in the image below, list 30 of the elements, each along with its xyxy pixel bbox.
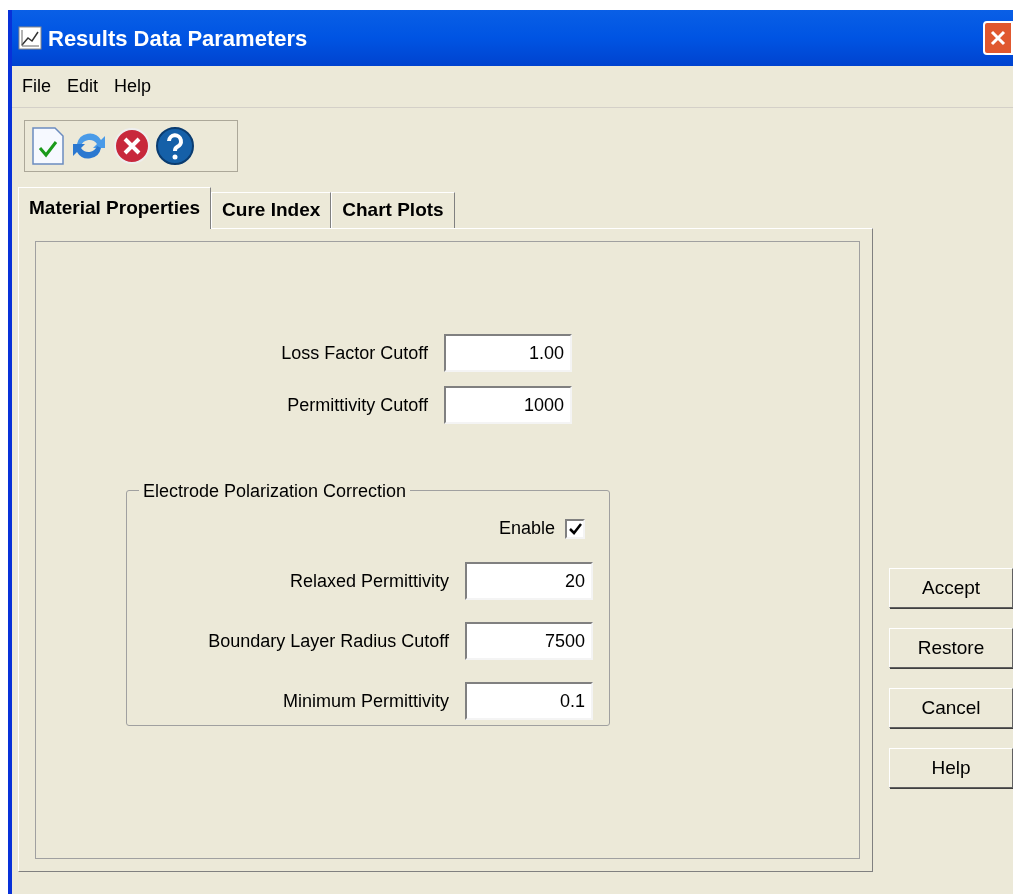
menu-item[interactable]: Help	[114, 73, 152, 100]
window-title: Results Data Parameters	[48, 24, 309, 53]
dialog-button[interactable]: Restore	[889, 628, 1013, 668]
menu-item[interactable]: File	[22, 73, 51, 100]
field-label: Permittivity Cutoff	[286, 393, 428, 417]
help-icon[interactable]	[155, 126, 195, 166]
input-field[interactable]: 0.1	[465, 682, 593, 720]
input-field[interactable]: 20	[465, 562, 593, 600]
input-field[interactable]: 1.00	[444, 334, 572, 372]
close-button[interactable]	[983, 21, 1013, 55]
chart-icon	[18, 26, 42, 50]
tab[interactable]: Cure Index	[211, 192, 332, 228]
document-check-icon[interactable]	[31, 126, 65, 166]
close-icon	[989, 29, 1007, 47]
dialog-button[interactable]: Cancel	[889, 688, 1013, 728]
check-icon	[568, 522, 582, 535]
field-label: Boundary Layer Radius Cutoff	[207, 629, 449, 653]
menu-item[interactable]: Edit	[67, 73, 99, 100]
field-label: Relaxed Permittivity	[288, 569, 449, 593]
input-field[interactable]: 7500	[465, 622, 593, 660]
enable-checkbox[interactable]	[565, 518, 585, 539]
dialog-button[interactable]: Accept	[889, 568, 1013, 608]
error-icon[interactable]	[113, 127, 151, 165]
tab[interactable]: Chart Plots	[331, 192, 455, 228]
dialog-button[interactable]: Help	[889, 748, 1013, 788]
tab[interactable]: Material Properties	[18, 187, 212, 229]
field-label: Loss Factor Cutoff	[280, 341, 428, 365]
field-label: Minimum Permittivity	[282, 689, 449, 713]
enable-label: Enable	[498, 517, 555, 540]
input-field[interactable]: 1000	[444, 386, 572, 424]
